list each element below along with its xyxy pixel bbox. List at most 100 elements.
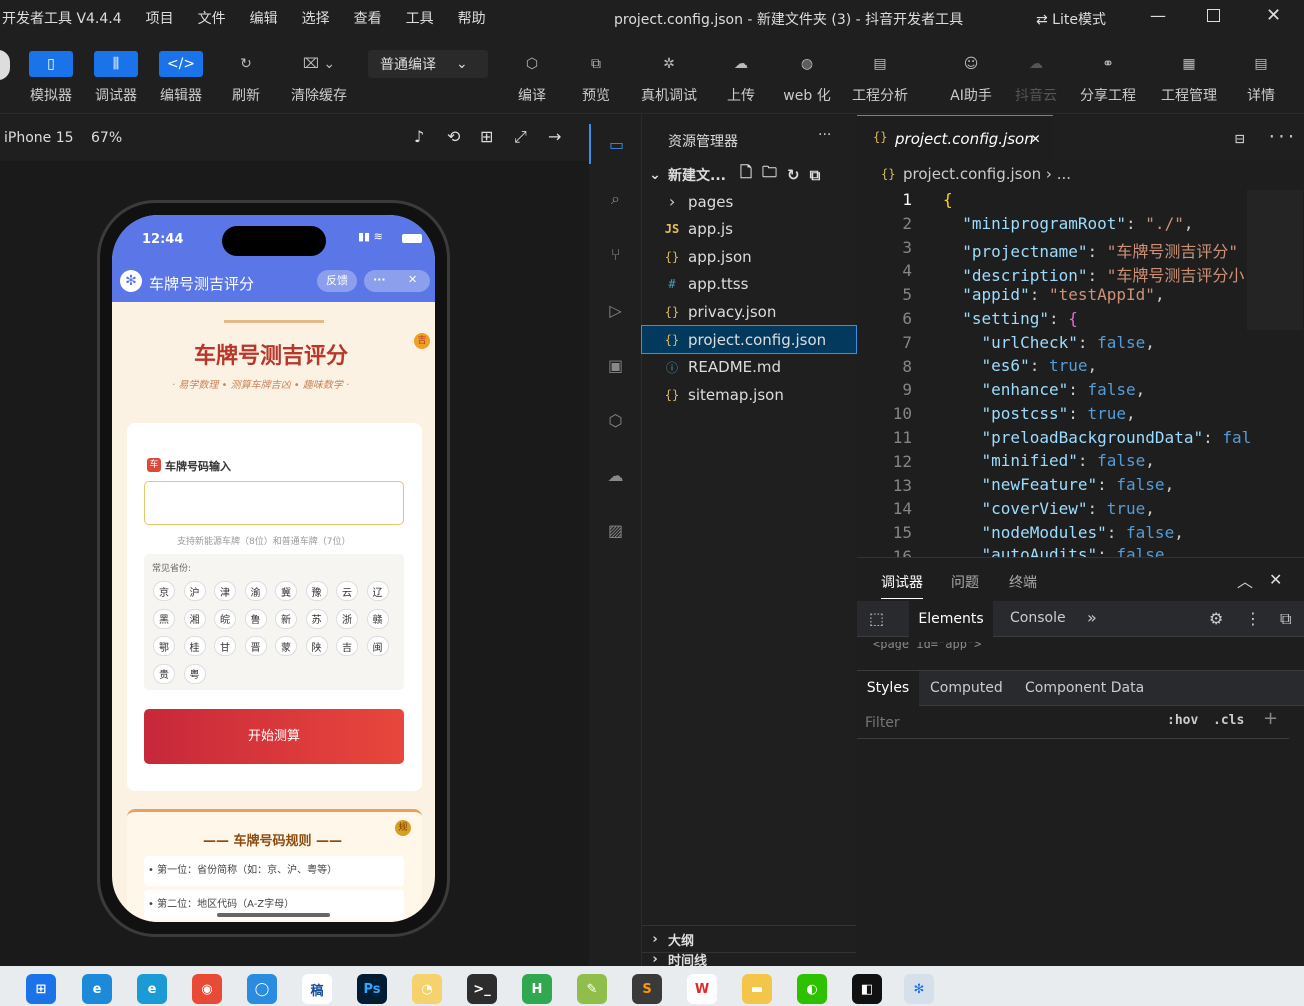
- menu-tools[interactable]: 工具: [394, 8, 446, 28]
- province-chip[interactable]: 鲁: [244, 608, 267, 629]
- file-item[interactable]: {} app.json: [642, 243, 856, 270]
- sublime-icon[interactable]: S: [632, 974, 662, 1004]
- tab-debugger[interactable]: 调试器: [881, 572, 923, 599]
- province-chip[interactable]: 苏: [305, 608, 328, 629]
- new-file-icon[interactable]: 🗋: [740, 162, 752, 187]
- province-chip[interactable]: 陕: [305, 636, 328, 656]
- code-line[interactable]: {: [943, 190, 953, 209]
- lite-mode-toggle[interactable]: ⇄ Lite模式: [1036, 9, 1106, 29]
- province-chip[interactable]: 吉: [336, 636, 358, 656]
- compile-button[interactable]: ⬡ 编译: [497, 36, 567, 114]
- edge-alt-icon[interactable]: e: [137, 974, 167, 1004]
- close-panel-icon[interactable]: ✕: [1269, 570, 1282, 589]
- close-window-icon[interactable]: ✕: [1266, 5, 1281, 26]
- explorer-more-button[interactable]: ···: [818, 127, 831, 143]
- province-chip[interactable]: 浙: [336, 608, 358, 629]
- province-chip[interactable]: 黑: [153, 608, 175, 629]
- styles-filter-input[interactable]: [861, 709, 1153, 737]
- edge-icon[interactable]: e: [82, 974, 112, 1004]
- file-item[interactable]: JS app.js: [642, 216, 856, 243]
- file-item[interactable]: › pages: [642, 188, 856, 215]
- start-calc-button[interactable]: 开始测算: [144, 709, 404, 764]
- terminal-icon[interactable]: >_: [467, 974, 497, 1004]
- package-icon[interactable]: ⬡: [589, 400, 642, 440]
- province-chip[interactable]: 冀: [275, 581, 297, 601]
- details-button[interactable]: ▤ 详情: [1226, 36, 1296, 114]
- settings-icon[interactable]: ⚙: [1209, 609, 1223, 628]
- code-line[interactable]: "miniprogramRoot": "./",: [943, 214, 1193, 233]
- real-device-debug-button[interactable]: ✲ 真机调试: [634, 36, 704, 114]
- breadcrumb[interactable]: project.config.json › ...: [903, 165, 1071, 183]
- outline-section[interactable]: › 大纲: [642, 925, 856, 952]
- code-line[interactable]: "description": "车牌号测吉评分小: [943, 262, 1244, 286]
- more-button[interactable]: ···: [373, 273, 386, 286]
- compile-mode-select[interactable]: 普通编译 ⌄: [368, 50, 488, 78]
- search-icon[interactable]: ⌕: [589, 179, 642, 219]
- code-line[interactable]: "minified": false,: [943, 451, 1155, 470]
- cloud-icon[interactable]: ☁: [589, 455, 642, 495]
- province-chip[interactable]: 新: [275, 608, 297, 629]
- douyin-devtools-icon[interactable]: ✻: [904, 974, 934, 1004]
- run-debug-icon[interactable]: ▷: [589, 290, 642, 330]
- timeline-section[interactable]: › 时间线: [642, 952, 856, 966]
- menu-project[interactable]: 项目: [134, 8, 186, 28]
- capcut-icon[interactable]: ◧: [852, 974, 882, 1004]
- code-line[interactable]: "autoAudits": false,: [943, 545, 1175, 557]
- tab-computed[interactable]: Computed: [930, 680, 1003, 696]
- close-mini-button[interactable]: ✕: [408, 273, 417, 286]
- web-button[interactable]: ◍ web 化: [772, 36, 842, 114]
- province-chip[interactable]: 豫: [305, 581, 328, 601]
- split-editor-icon[interactable]: ⊟: [1235, 129, 1245, 148]
- tab-elements[interactable]: Elements: [909, 601, 993, 637]
- file-item[interactable]: # app.ttss: [642, 271, 856, 298]
- feedback-button[interactable]: 反馈: [317, 270, 357, 292]
- province-chip[interactable]: 赣: [366, 608, 389, 629]
- chrome-icon[interactable]: ◉: [192, 974, 222, 1004]
- tab-styles[interactable]: Styles: [857, 671, 919, 706]
- wechat-icon[interactable]: ◐: [797, 974, 827, 1004]
- douyin-cloud-button[interactable]: ☁ 抖音云: [1001, 36, 1071, 114]
- chevron-up-icon[interactable]: ︿: [1237, 568, 1253, 592]
- popout-icon[interactable]: ⤢: [514, 127, 527, 147]
- file-item[interactable]: {} sitemap.json: [642, 381, 856, 408]
- dom-tree-line[interactable]: <page id="app">: [873, 642, 1293, 650]
- youdao-icon[interactable]: 稿: [302, 974, 332, 1004]
- kebab-icon[interactable]: ⋮: [1245, 609, 1261, 628]
- device-select[interactable]: iPhone 15: [4, 130, 74, 146]
- zoom-select[interactable]: 67%: [91, 130, 122, 146]
- add-style-icon[interactable]: +: [1263, 708, 1278, 729]
- province-chip[interactable]: 晋: [244, 636, 267, 656]
- province-chip[interactable]: 皖: [214, 608, 236, 629]
- source-control-icon[interactable]: ⑂: [589, 234, 642, 274]
- clear-cache-button[interactable]: ⌧ ⌄ 清除缓存: [284, 36, 354, 114]
- file-item[interactable]: {} privacy.json: [642, 298, 856, 325]
- province-chip[interactable]: 蒙: [275, 636, 297, 656]
- code-line[interactable]: "es6": true,: [943, 356, 1098, 375]
- province-chip[interactable]: 津: [214, 581, 236, 601]
- share-project-button[interactable]: ⚭ 分享工程: [1073, 36, 1143, 114]
- province-chip[interactable]: 甘: [214, 636, 236, 656]
- code-line[interactable]: "newFeature": false,: [943, 475, 1175, 494]
- file-item[interactable]: ⓘ README.md: [642, 354, 856, 381]
- province-chip[interactable]: 云: [336, 581, 358, 601]
- code-line[interactable]: "postcss": true,: [943, 404, 1136, 423]
- collapse-icon[interactable]: ⧉: [810, 166, 821, 184]
- code-line[interactable]: "appid": "testAppId",: [943, 285, 1164, 304]
- menu-edit[interactable]: 编辑: [238, 8, 290, 28]
- debugger-button[interactable]: ⫼ 调试器: [81, 36, 151, 114]
- minimize-icon[interactable]: —: [1150, 6, 1166, 25]
- inspect-icon[interactable]: ⬚: [869, 609, 884, 628]
- project-manage-button[interactable]: ▦ 工程管理: [1154, 36, 1224, 114]
- dock-icon[interactable]: ⧉: [1280, 609, 1291, 629]
- file-item[interactable]: {} project.config.json: [641, 325, 857, 354]
- menu-select[interactable]: 选择: [290, 8, 342, 28]
- tab-component-data[interactable]: Component Data: [1025, 680, 1144, 696]
- code-line[interactable]: "urlCheck": false,: [943, 333, 1155, 352]
- province-chip[interactable]: 鄂: [153, 636, 175, 656]
- refresh-button[interactable]: ↻ 刷新: [211, 36, 281, 114]
- province-chip[interactable]: 渝: [244, 581, 267, 601]
- refresh-icon[interactable]: ↻: [787, 166, 800, 184]
- code-line[interactable]: "projectname": "车牌号测吉评分": [943, 238, 1238, 262]
- notepad-plus-icon[interactable]: ✎: [577, 974, 607, 1004]
- explorer-icon[interactable]: ▭: [589, 124, 642, 164]
